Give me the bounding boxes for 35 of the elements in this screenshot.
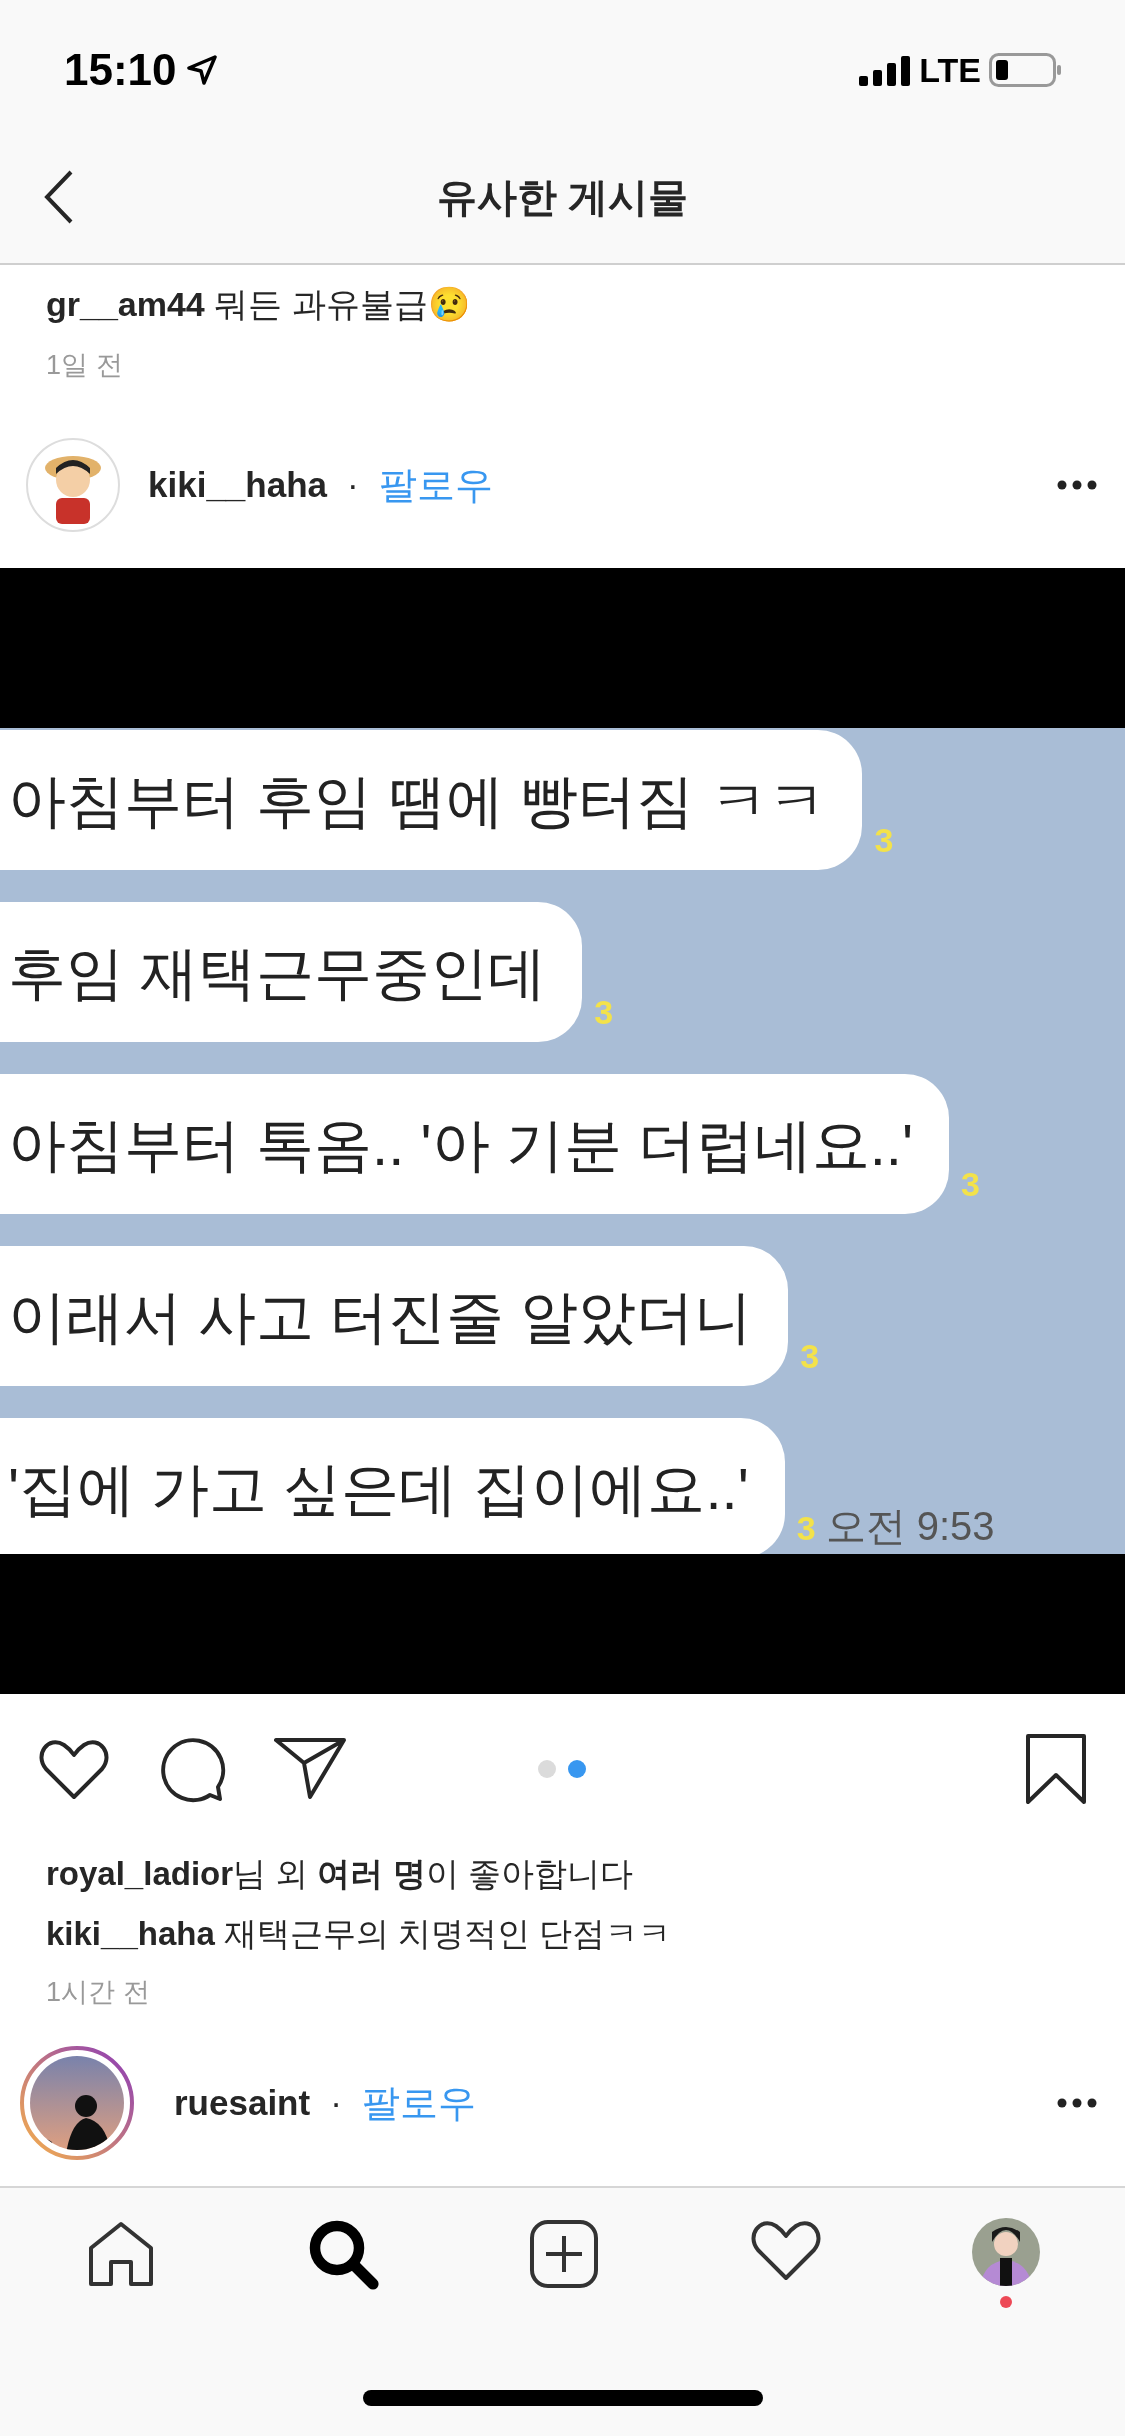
battery-icon <box>989 53 1061 87</box>
username[interactable]: ruesaint <box>174 2076 311 2130</box>
more-icon[interactable] <box>1057 2098 1097 2108</box>
separator: · <box>347 463 359 506</box>
signal-icon <box>859 54 912 86</box>
likes-text: royal_ladior님 외 여러 명이 좋아합니다 <box>46 1854 634 1894</box>
username[interactable]: kiki__haha <box>148 458 327 512</box>
chat-bubble: 이래서 사고 터진줄 알았더니 <box>0 1246 789 1386</box>
chat-bubble: 아침부터 톡옴.. '아 기분 더럽네요..' <box>0 1074 950 1214</box>
chat-bubble: '집에 가고 싶은데 집이에요..' <box>0 1418 785 1554</box>
timestamp: 1시간 전 <box>46 1976 151 2009</box>
caption-text: kiki__haha 재택근무의 치명적인 단점ㅋㅋ <box>46 1914 673 1954</box>
back-icon[interactable] <box>44 169 74 224</box>
comment-text: gr__am44 뭐든 과유불급😢 <box>46 284 471 325</box>
unread-count: 3 <box>800 1336 820 1377</box>
location-arrow-icon <box>186 55 217 85</box>
chat-bubble: 아침부터 후임 땜에 빵터짐 ㅋㅋ <box>0 730 863 870</box>
timestamp: 1일 전 <box>46 349 124 382</box>
unread-count: 3 <box>961 1164 980 1205</box>
heart-icon[interactable] <box>38 1737 110 1801</box>
heart-icon[interactable] <box>750 2218 823 2282</box>
bookmark-icon[interactable] <box>1025 1733 1087 1805</box>
separator: · <box>330 2081 342 2124</box>
add-icon[interactable] <box>528 2218 601 2290</box>
unread-count: 3 <box>594 992 614 1033</box>
unread-count: 3 <box>874 820 894 861</box>
share-icon[interactable] <box>274 1737 346 1801</box>
clock: 15:10 <box>64 44 177 96</box>
message-time: 오전 9:53 <box>825 1503 995 1550</box>
unread-count: 3 <box>796 1508 816 1549</box>
comment-icon[interactable] <box>158 1735 226 1803</box>
more-icon[interactable] <box>1057 480 1097 490</box>
network-label: LTE <box>919 49 981 91</box>
screen-title: 유사한 게시물 <box>436 173 689 221</box>
chat-bubble: 후임 재택근무중인데 <box>0 902 583 1042</box>
